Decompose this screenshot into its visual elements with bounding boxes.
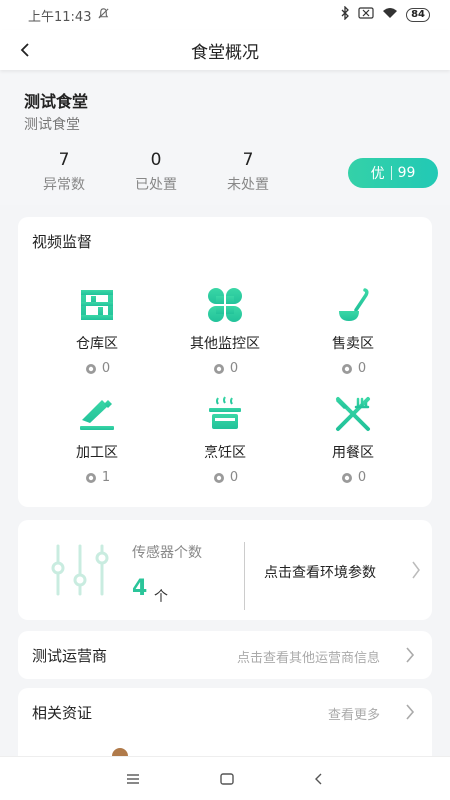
grade-label: 优 (370, 166, 385, 182)
canteen-subtitle: 测试食堂 (24, 117, 80, 133)
stat-value: 7 (58, 150, 70, 170)
video-card-title: 视频监督 (32, 233, 93, 251)
zone-camera-count: 0 (212, 361, 238, 376)
home-icon[interactable] (219, 772, 235, 786)
back-nav-icon[interactable] (313, 772, 325, 786)
zone-dining[interactable]: 用餐区 0 (284, 394, 422, 504)
license-thumbnail (112, 748, 128, 756)
wifi-icon (382, 7, 398, 23)
menu-icon[interactable] (125, 773, 141, 785)
stat-label: 未处置 (227, 177, 269, 193)
license-title: 相关资证 (32, 704, 93, 722)
license-section: 相关资证 查看更多 (18, 688, 432, 756)
grade-divider (390, 166, 392, 180)
camera-icon (213, 363, 224, 374)
zone-other[interactable]: 其他监控区 0 (156, 285, 294, 395)
sensor-card: 传感器个数 4 个 点击查看环境参数 (18, 520, 432, 620)
zone-warehouse[interactable]: 仓库区 0 (28, 285, 166, 395)
zone-processing[interactable]: 加工区 1 (28, 394, 166, 504)
operator-hint: 点击查看其他运营商信息 (236, 651, 380, 666)
chevron-right-icon[interactable] (404, 702, 416, 722)
grade-badge[interactable]: 优 99 (348, 158, 438, 188)
zone-label: 其他监控区 (190, 336, 260, 352)
operator-title: 测试运营商 (32, 647, 108, 665)
license-more-link[interactable]: 查看更多 (328, 704, 380, 723)
camera-icon (213, 472, 224, 483)
zone-count-value: 0 (101, 361, 111, 376)
environment-params-link[interactable]: 点击查看环境参数 (264, 562, 376, 582)
stat-value: 0 (150, 150, 162, 170)
canteen-name: 测试食堂 (24, 92, 89, 111)
zone-camera-count: 0 (84, 361, 110, 376)
camera-icon (341, 363, 352, 374)
sim-off-icon (358, 7, 374, 23)
sensor-label: 传感器个数 (132, 545, 202, 561)
clover-icon (205, 285, 245, 325)
bluetooth-icon (340, 5, 350, 24)
knife-icon (77, 394, 117, 434)
video-supervision-card: 视频监督 仓库区 0 其他监控区 0 售卖区 0 加工区 1 烹饪区 0 用餐区… (18, 217, 432, 507)
canteen-header: 测试食堂 测试食堂 7 异常数 0 已处置 7 未处置 优 99 (0, 70, 450, 205)
pot-icon (205, 394, 245, 434)
zone-label: 烹饪区 (204, 445, 246, 461)
sensor-count: 4 (132, 576, 148, 601)
operator-row[interactable]: 测试运营商 点击查看其他运营商信息 (18, 631, 432, 679)
zone-camera-count: 0 (212, 470, 238, 485)
divider (244, 542, 245, 610)
zone-camera-count: 1 (84, 470, 110, 485)
mute-icon (97, 7, 110, 24)
chevron-right-icon[interactable] (410, 560, 422, 580)
zone-label: 用餐区 (332, 445, 374, 461)
system-nav-bar (0, 756, 450, 800)
chevron-left-icon (20, 43, 29, 57)
cutlery-icon (333, 394, 373, 434)
zone-count-value: 0 (357, 361, 367, 376)
sliders-icon (50, 542, 112, 602)
stat-label: 已处置 (135, 177, 177, 193)
zone-count-value: 0 (229, 361, 239, 376)
stat-label: 异常数 (43, 177, 85, 193)
grade-score: 99 (397, 165, 416, 181)
stat-abnormal[interactable]: 7 异常数 (24, 150, 104, 194)
camera-icon (85, 363, 96, 374)
page-title: 食堂概况 (191, 42, 259, 63)
shelf-icon (77, 285, 117, 325)
zone-camera-count: 0 (340, 361, 366, 376)
stat-unhandled[interactable]: 7 未处置 (208, 150, 288, 194)
zone-camera-count: 0 (340, 470, 366, 485)
camera-icon (341, 472, 352, 483)
status-time: 上午11:43 (28, 9, 92, 25)
zone-label: 售卖区 (332, 336, 374, 352)
zone-cooking[interactable]: 烹饪区 0 (156, 394, 294, 504)
zone-count-value: 0 (229, 470, 239, 485)
chevron-right-icon (406, 647, 415, 663)
zone-sales[interactable]: 售卖区 0 (284, 285, 422, 395)
back-button[interactable] (10, 35, 40, 65)
battery-indicator: 84 (406, 8, 430, 22)
ladle-icon (333, 285, 373, 325)
nav-bar: 食堂概况 (0, 30, 450, 70)
sensor-unit: 个 (154, 589, 168, 605)
stat-value: 7 (242, 150, 254, 170)
zone-count-value: 0 (357, 470, 367, 485)
zone-label: 加工区 (76, 445, 118, 461)
status-bar: 上午11:43 84 (0, 0, 450, 30)
zone-label: 仓库区 (76, 336, 118, 352)
camera-icon (85, 472, 96, 483)
zone-count-value: 1 (101, 470, 111, 485)
stat-handled[interactable]: 0 已处置 (116, 150, 196, 194)
